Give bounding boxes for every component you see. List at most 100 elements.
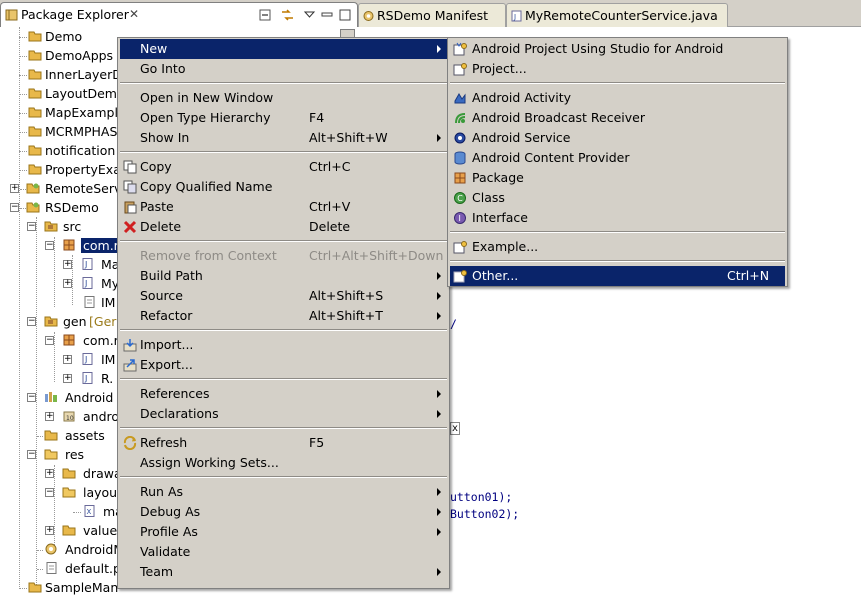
menu-item-package[interactable]: Package bbox=[450, 168, 785, 188]
menu-item-label: Remove from Context bbox=[140, 248, 277, 263]
tree-item-label: RSDemo bbox=[45, 200, 99, 215]
collapse-icon[interactable]: − bbox=[27, 393, 36, 402]
menu-item-refactor[interactable]: Refactor Alt+Shift+T bbox=[120, 306, 447, 326]
menu-item-remove-from-context[interactable]: Remove from Context Ctrl+Alt+Shift+Down bbox=[120, 246, 447, 266]
collapse-icon[interactable]: − bbox=[45, 241, 54, 250]
view-tab-bar: Package Explorer ✕ RSDemo Manifest J MyR… bbox=[0, 0, 861, 27]
context-menu: New Go Into Open in New Window Open Type… bbox=[117, 37, 450, 589]
menu-item-android-broadcast-receiver[interactable]: Android Broadcast Receiver bbox=[450, 108, 785, 128]
folder-icon bbox=[28, 126, 42, 137]
collapse-icon[interactable]: − bbox=[10, 203, 19, 212]
menu-item-team[interactable]: Team bbox=[120, 562, 447, 582]
expand-icon[interactable]: + bbox=[63, 260, 72, 269]
menu-item-open-type-hierarchy[interactable]: Open Type Hierarchy F4 bbox=[120, 108, 447, 128]
menu-item-references[interactable]: References bbox=[120, 384, 447, 404]
svg-text:J: J bbox=[84, 374, 87, 383]
expand-icon[interactable]: + bbox=[10, 184, 19, 193]
menu-item-refresh[interactable]: Refresh F5 bbox=[120, 433, 447, 453]
menu-item-export[interactable]: Export... bbox=[120, 355, 447, 375]
menu-item-new[interactable]: New bbox=[120, 39, 447, 59]
menu-separator bbox=[450, 231, 785, 233]
tree-item-label: res bbox=[65, 447, 85, 462]
menu-item-validate[interactable]: Validate bbox=[120, 542, 447, 562]
tree-item-label: layou bbox=[83, 485, 118, 500]
menu-item-project[interactable]: Project... bbox=[450, 59, 785, 79]
menu-item-android-project-studio[interactable]: Android Project Using Studio for Android bbox=[450, 39, 785, 59]
collapse-icon[interactable]: − bbox=[45, 488, 54, 497]
menu-item-android-content-provider[interactable]: Android Content Provider bbox=[450, 148, 785, 168]
folder-icon bbox=[28, 145, 42, 156]
maximize-icon[interactable] bbox=[339, 9, 352, 21]
menu-item-label: Source bbox=[140, 288, 183, 303]
menu-item-delete[interactable]: Delete Delete bbox=[120, 217, 447, 237]
menu-item-run-as[interactable]: Run As bbox=[120, 482, 447, 502]
minimize-icon[interactable] bbox=[321, 9, 334, 21]
menu-separator bbox=[120, 378, 447, 380]
collapse-icon[interactable]: − bbox=[27, 222, 36, 231]
tab-myremotecounterservice[interactable]: J MyRemoteCounterService.java bbox=[506, 3, 728, 27]
menu-item-label: Show In bbox=[140, 130, 190, 145]
menu-item-paste[interactable]: Paste Ctrl+V bbox=[120, 197, 447, 217]
collapse-all-icon[interactable] bbox=[259, 9, 272, 21]
menu-item-import[interactable]: Import... bbox=[120, 335, 447, 355]
menu-item-shortcut: F5 bbox=[309, 435, 325, 450]
menu-item-other[interactable]: Other... Ctrl+N bbox=[450, 266, 785, 286]
menu-item-declarations[interactable]: Declarations bbox=[120, 404, 447, 424]
close-icon[interactable]: ✕ bbox=[129, 7, 139, 21]
menu-item-build-path[interactable]: Build Path bbox=[120, 266, 447, 286]
menu-item-label: Package bbox=[472, 170, 524, 185]
tree-item-label: RemoteServ bbox=[45, 181, 122, 196]
expand-icon[interactable]: + bbox=[45, 412, 54, 421]
menu-item-class[interactable]: C Class bbox=[450, 188, 785, 208]
menu-item-debug-as[interactable]: Debug As bbox=[120, 502, 447, 522]
menu-item-shortcut: Delete bbox=[309, 219, 351, 234]
expand-icon[interactable]: + bbox=[45, 526, 54, 535]
tree-item-label: DemoApps bbox=[45, 48, 114, 63]
expand-icon[interactable]: + bbox=[63, 355, 72, 364]
android-project-icon bbox=[26, 183, 40, 194]
menu-item-label: Refresh bbox=[140, 435, 188, 450]
android-manifest-icon bbox=[363, 11, 374, 21]
svg-text:J: J bbox=[513, 13, 516, 21]
expand-icon[interactable]: + bbox=[45, 469, 54, 478]
example-icon bbox=[453, 241, 467, 254]
menu-item-android-activity[interactable]: Android Activity bbox=[450, 88, 785, 108]
menu-item-show-in[interactable]: Show In Alt+Shift+W bbox=[120, 128, 447, 148]
menu-item-open-in-new-window[interactable]: Open in New Window bbox=[120, 88, 447, 108]
tab-rsdemo-manifest[interactable]: RSDemo Manifest bbox=[358, 3, 506, 27]
broadcast-receiver-icon bbox=[455, 113, 466, 124]
menu-item-label: Copy bbox=[140, 159, 172, 174]
menu-item-copy-qualified-name[interactable]: Copy Qualified Name bbox=[120, 177, 447, 197]
submenu-arrow-icon bbox=[437, 410, 441, 418]
menu-item-go-into[interactable]: Go Into bbox=[120, 59, 447, 79]
tree-item-label: IM bbox=[101, 295, 116, 310]
menu-item-source[interactable]: Source Alt+Shift+S bbox=[120, 286, 447, 306]
collapse-icon[interactable]: − bbox=[45, 336, 54, 345]
file-icon bbox=[84, 296, 95, 308]
view-menu-icon[interactable] bbox=[303, 9, 316, 21]
tree-item-label: AndroidM bbox=[65, 542, 125, 557]
menu-item-label: Profile As bbox=[140, 524, 198, 539]
menu-item-shortcut: Alt+Shift+S bbox=[309, 288, 384, 303]
menu-separator bbox=[120, 151, 447, 153]
interface-icon: I bbox=[454, 212, 466, 224]
link-with-editor-icon[interactable] bbox=[281, 9, 294, 21]
menu-item-copy[interactable]: Copy Ctrl+C bbox=[120, 157, 447, 177]
collapse-icon[interactable]: − bbox=[27, 450, 36, 459]
menu-item-assign-working-sets[interactable]: Assign Working Sets... bbox=[120, 453, 447, 473]
folder-icon bbox=[28, 164, 42, 175]
delete-icon bbox=[123, 220, 137, 234]
java-file-icon: J bbox=[511, 10, 522, 22]
collapse-icon[interactable]: − bbox=[27, 317, 36, 326]
tab-package-explorer[interactable]: Package Explorer ✕ bbox=[0, 2, 358, 27]
content-provider-icon bbox=[454, 151, 466, 165]
menu-item-android-service[interactable]: Android Service bbox=[450, 128, 785, 148]
menu-item-example[interactable]: Example... bbox=[450, 237, 785, 257]
tree-item-label: com.r bbox=[81, 238, 121, 253]
menu-item-profile-as[interactable]: Profile As bbox=[120, 522, 447, 542]
expand-icon[interactable]: + bbox=[63, 279, 72, 288]
expand-icon[interactable]: + bbox=[63, 374, 72, 383]
menu-item-interface[interactable]: I Interface bbox=[450, 208, 785, 228]
menu-item-shortcut: Alt+Shift+W bbox=[309, 130, 388, 145]
menu-item-shortcut: Ctrl+V bbox=[309, 199, 351, 214]
